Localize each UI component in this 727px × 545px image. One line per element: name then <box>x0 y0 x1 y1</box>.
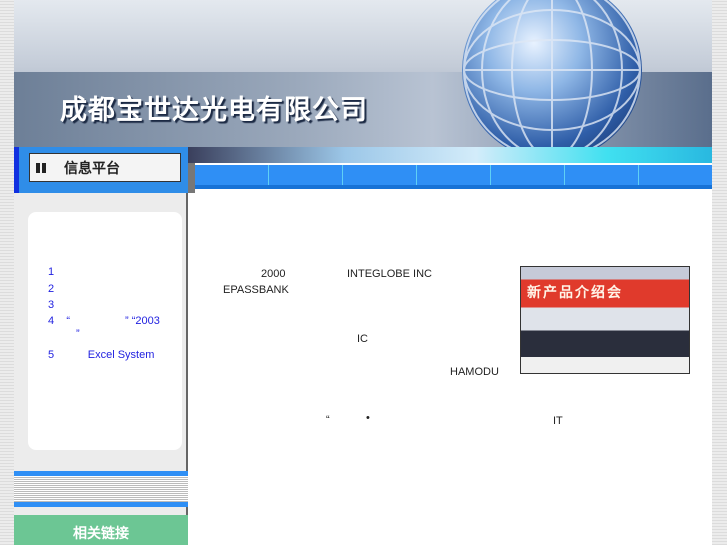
text-fragment: • <box>366 412 370 424</box>
decorative-strip <box>188 147 712 163</box>
text-fragment: EPASSBANK <box>223 284 289 296</box>
page: 成都宝世达光电有限公司 信息平台 1 2 3 4 “ ” “2003 ” 5 E… <box>14 0 712 545</box>
grid-icon <box>36 163 46 173</box>
nav-menu <box>195 165 712 189</box>
related-links-header: 相关链接 <box>14 515 188 545</box>
news-item-continued[interactable]: ” <box>76 328 80 340</box>
news-item[interactable]: 5 Excel System <box>48 349 154 361</box>
nav-item[interactable] <box>195 165 269 185</box>
text-fragment: 2000 <box>261 268 286 280</box>
nav-item[interactable] <box>417 165 491 185</box>
nav-item[interactable] <box>639 165 712 185</box>
nav-item[interactable] <box>343 165 417 185</box>
nav-item[interactable] <box>565 165 639 185</box>
info-platform-header: 信息平台 <box>14 147 188 193</box>
nav-item[interactable] <box>491 165 565 185</box>
info-platform-title: 信息平台 <box>64 161 120 177</box>
text-fragment: IC <box>357 333 368 345</box>
product-launch-photo: 新产品介绍会 <box>520 266 690 374</box>
sidebar: 1 2 3 4 “ ” “2003 ” 5 Excel System 相关链接 <box>14 193 188 545</box>
news-item[interactable]: 3 <box>48 299 54 311</box>
news-item[interactable]: 4 “ ” “2003 <box>48 315 160 327</box>
news-list: 1 2 3 4 “ ” “2003 ” 5 Excel System <box>28 212 182 450</box>
news-item[interactable]: 1 <box>48 266 54 278</box>
text-fragment: IT <box>553 415 563 427</box>
header-banner: 成都宝世达光电有限公司 <box>14 0 712 147</box>
text-fragment: “ <box>326 414 330 426</box>
news-item[interactable]: 2 <box>48 283 54 295</box>
company-name: 成都宝世达光电有限公司 <box>60 95 368 126</box>
globe-image <box>462 0 642 147</box>
text-fragment: INTEGLOBE INC <box>347 268 432 280</box>
text-fragment: HAMODU <box>450 366 499 378</box>
nav-item[interactable] <box>269 165 343 185</box>
nav-bar: 信息平台 <box>14 147 712 193</box>
divider-pattern <box>14 471 188 507</box>
